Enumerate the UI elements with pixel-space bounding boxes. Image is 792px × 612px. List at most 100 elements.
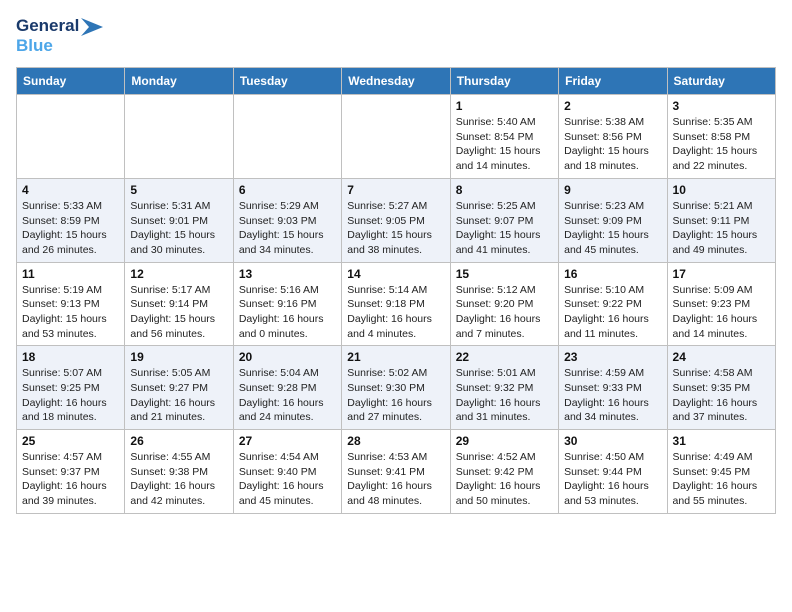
day-info: Sunrise: 5:10 AM Sunset: 9:22 PM Dayligh…: [564, 283, 661, 342]
day-info: Sunrise: 5:38 AM Sunset: 8:56 PM Dayligh…: [564, 115, 661, 174]
day-number: 27: [239, 434, 336, 448]
day-info: Sunrise: 5:09 AM Sunset: 9:23 PM Dayligh…: [673, 283, 770, 342]
calendar-cell: 12 Sunrise: 5:17 AM Sunset: 9:14 PM Dayli…: [125, 262, 233, 346]
day-number: 13: [239, 267, 336, 281]
calendar-cell: 27 Sunrise: 4:54 AM Sunset: 9:40 PM Dayli…: [233, 430, 341, 514]
day-number: 20: [239, 350, 336, 364]
day-info: Sunrise: 4:49 AM Sunset: 9:45 PM Dayligh…: [673, 450, 770, 509]
day-info: Sunrise: 5:33 AM Sunset: 8:59 PM Dayligh…: [22, 199, 119, 258]
weekday-header: Monday: [125, 68, 233, 95]
calendar-cell: 4 Sunrise: 5:33 AM Sunset: 8:59 PM Daylig…: [17, 178, 125, 262]
day-info: Sunrise: 5:01 AM Sunset: 9:32 PM Dayligh…: [456, 366, 553, 425]
day-number: 19: [130, 350, 227, 364]
weekday-header: Thursday: [450, 68, 558, 95]
day-number: 12: [130, 267, 227, 281]
day-number: 14: [347, 267, 444, 281]
calendar-table: SundayMondayTuesdayWednesdayThursdayFrid…: [16, 67, 776, 514]
day-number: 21: [347, 350, 444, 364]
day-info: Sunrise: 4:55 AM Sunset: 9:38 PM Dayligh…: [130, 450, 227, 509]
day-number: 30: [564, 434, 661, 448]
day-info: Sunrise: 5:27 AM Sunset: 9:05 PM Dayligh…: [347, 199, 444, 258]
calendar-cell: [233, 95, 341, 179]
calendar-cell: 22 Sunrise: 5:01 AM Sunset: 9:32 PM Dayli…: [450, 346, 558, 430]
day-number: 18: [22, 350, 119, 364]
day-info: Sunrise: 5:21 AM Sunset: 9:11 PM Dayligh…: [673, 199, 770, 258]
calendar-cell: 17Sunrise: 5:09 AM Sunset: 9:23 PM Dayli…: [667, 262, 775, 346]
day-number: 10: [673, 183, 770, 197]
calendar-cell: 25 Sunrise: 4:57 AM Sunset: 9:37 PM Dayli…: [17, 430, 125, 514]
calendar-cell: 23 Sunrise: 4:59 AM Sunset: 9:33 PM Dayli…: [559, 346, 667, 430]
calendar-cell: 7Sunrise: 5:27 AM Sunset: 9:05 PM Daylig…: [342, 178, 450, 262]
calendar-cell: 14Sunrise: 5:14 AM Sunset: 9:18 PM Dayli…: [342, 262, 450, 346]
weekday-header: Sunday: [17, 68, 125, 95]
day-info: Sunrise: 5:25 AM Sunset: 9:07 PM Dayligh…: [456, 199, 553, 258]
calendar-cell: 31 Sunrise: 4:49 AM Sunset: 9:45 PM Dayli…: [667, 430, 775, 514]
day-number: 5: [130, 183, 227, 197]
day-info: Sunrise: 4:52 AM Sunset: 9:42 PM Dayligh…: [456, 450, 553, 509]
calendar-week-row: 18 Sunrise: 5:07 AM Sunset: 9:25 PM Dayli…: [17, 346, 776, 430]
day-number: 8: [456, 183, 553, 197]
calendar-cell: 2Sunrise: 5:38 AM Sunset: 8:56 PM Daylig…: [559, 95, 667, 179]
calendar-cell: 21 Sunrise: 5:02 AM Sunset: 9:30 PM Dayli…: [342, 346, 450, 430]
logo-line2: Blue: [16, 36, 103, 56]
day-number: 1: [456, 99, 553, 113]
day-number: 22: [456, 350, 553, 364]
calendar-cell: 19 Sunrise: 5:05 AM Sunset: 9:27 PM Dayli…: [125, 346, 233, 430]
calendar-cell: 20Sunrise: 5:04 AM Sunset: 9:28 PM Dayli…: [233, 346, 341, 430]
calendar-cell: 1 Sunrise: 5:40 AM Sunset: 8:54 PM Daylig…: [450, 95, 558, 179]
day-info: Sunrise: 5:29 AM Sunset: 9:03 PM Dayligh…: [239, 199, 336, 258]
calendar-week-row: 25 Sunrise: 4:57 AM Sunset: 9:37 PM Dayli…: [17, 430, 776, 514]
day-number: 31: [673, 434, 770, 448]
calendar-cell: 16Sunrise: 5:10 AM Sunset: 9:22 PM Dayli…: [559, 262, 667, 346]
calendar-cell: 28Sunrise: 4:53 AM Sunset: 9:41 PM Dayli…: [342, 430, 450, 514]
day-info: Sunrise: 5:05 AM Sunset: 9:27 PM Dayligh…: [130, 366, 227, 425]
day-number: 3: [673, 99, 770, 113]
day-info: Sunrise: 4:54 AM Sunset: 9:40 PM Dayligh…: [239, 450, 336, 509]
day-info: Sunrise: 5:07 AM Sunset: 9:25 PM Dayligh…: [22, 366, 119, 425]
day-number: 24: [673, 350, 770, 364]
weekday-header: Saturday: [667, 68, 775, 95]
day-number: 4: [22, 183, 119, 197]
calendar-cell: 29 Sunrise: 4:52 AM Sunset: 9:42 PM Dayli…: [450, 430, 558, 514]
calendar-cell: 30 Sunrise: 4:50 AM Sunset: 9:44 PM Dayli…: [559, 430, 667, 514]
day-number: 23: [564, 350, 661, 364]
day-number: 11: [22, 267, 119, 281]
day-number: 26: [130, 434, 227, 448]
day-info: Sunrise: 4:57 AM Sunset: 9:37 PM Dayligh…: [22, 450, 119, 509]
calendar-cell: [125, 95, 233, 179]
calendar-cell: 3 Sunrise: 5:35 AM Sunset: 8:58 PM Daylig…: [667, 95, 775, 179]
day-info: Sunrise: 4:58 AM Sunset: 9:35 PM Dayligh…: [673, 366, 770, 425]
calendar-week-row: 4 Sunrise: 5:33 AM Sunset: 8:59 PM Daylig…: [17, 178, 776, 262]
day-number: 28: [347, 434, 444, 448]
calendar-cell: 18 Sunrise: 5:07 AM Sunset: 9:25 PM Dayli…: [17, 346, 125, 430]
day-info: Sunrise: 5:23 AM Sunset: 9:09 PM Dayligh…: [564, 199, 661, 258]
calendar-cell: 8 Sunrise: 5:25 AM Sunset: 9:07 PM Daylig…: [450, 178, 558, 262]
calendar-week-row: 1 Sunrise: 5:40 AM Sunset: 8:54 PM Daylig…: [17, 95, 776, 179]
weekday-header: Tuesday: [233, 68, 341, 95]
logo-arrow-icon: [81, 18, 103, 36]
weekday-header: Friday: [559, 68, 667, 95]
calendar-cell: 10 Sunrise: 5:21 AM Sunset: 9:11 PM Dayli…: [667, 178, 775, 262]
day-info: Sunrise: 5:12 AM Sunset: 9:20 PM Dayligh…: [456, 283, 553, 342]
day-info: Sunrise: 5:17 AM Sunset: 9:14 PM Dayligh…: [130, 283, 227, 342]
day-info: Sunrise: 5:35 AM Sunset: 8:58 PM Dayligh…: [673, 115, 770, 174]
day-info: Sunrise: 4:59 AM Sunset: 9:33 PM Dayligh…: [564, 366, 661, 425]
page-header: General Blue: [16, 16, 776, 59]
day-info: Sunrise: 5:02 AM Sunset: 9:30 PM Dayligh…: [347, 366, 444, 425]
calendar-week-row: 11Sunrise: 5:19 AM Sunset: 9:13 PM Dayli…: [17, 262, 776, 346]
calendar-header-row: SundayMondayTuesdayWednesdayThursdayFrid…: [17, 68, 776, 95]
calendar-cell: 6Sunrise: 5:29 AM Sunset: 9:03 PM Daylig…: [233, 178, 341, 262]
day-info: Sunrise: 4:50 AM Sunset: 9:44 PM Dayligh…: [564, 450, 661, 509]
day-number: 9: [564, 183, 661, 197]
day-number: 29: [456, 434, 553, 448]
calendar-cell: 13Sunrise: 5:16 AM Sunset: 9:16 PM Dayli…: [233, 262, 341, 346]
calendar-cell: 11Sunrise: 5:19 AM Sunset: 9:13 PM Dayli…: [17, 262, 125, 346]
calendar-cell: 9 Sunrise: 5:23 AM Sunset: 9:09 PM Daylig…: [559, 178, 667, 262]
weekday-header: Wednesday: [342, 68, 450, 95]
calendar-cell: 5Sunrise: 5:31 AM Sunset: 9:01 PM Daylig…: [125, 178, 233, 262]
calendar-cell: 24 Sunrise: 4:58 AM Sunset: 9:35 PM Dayli…: [667, 346, 775, 430]
calendar-cell: [342, 95, 450, 179]
day-info: Sunrise: 5:40 AM Sunset: 8:54 PM Dayligh…: [456, 115, 553, 174]
day-number: 15: [456, 267, 553, 281]
day-number: 25: [22, 434, 119, 448]
